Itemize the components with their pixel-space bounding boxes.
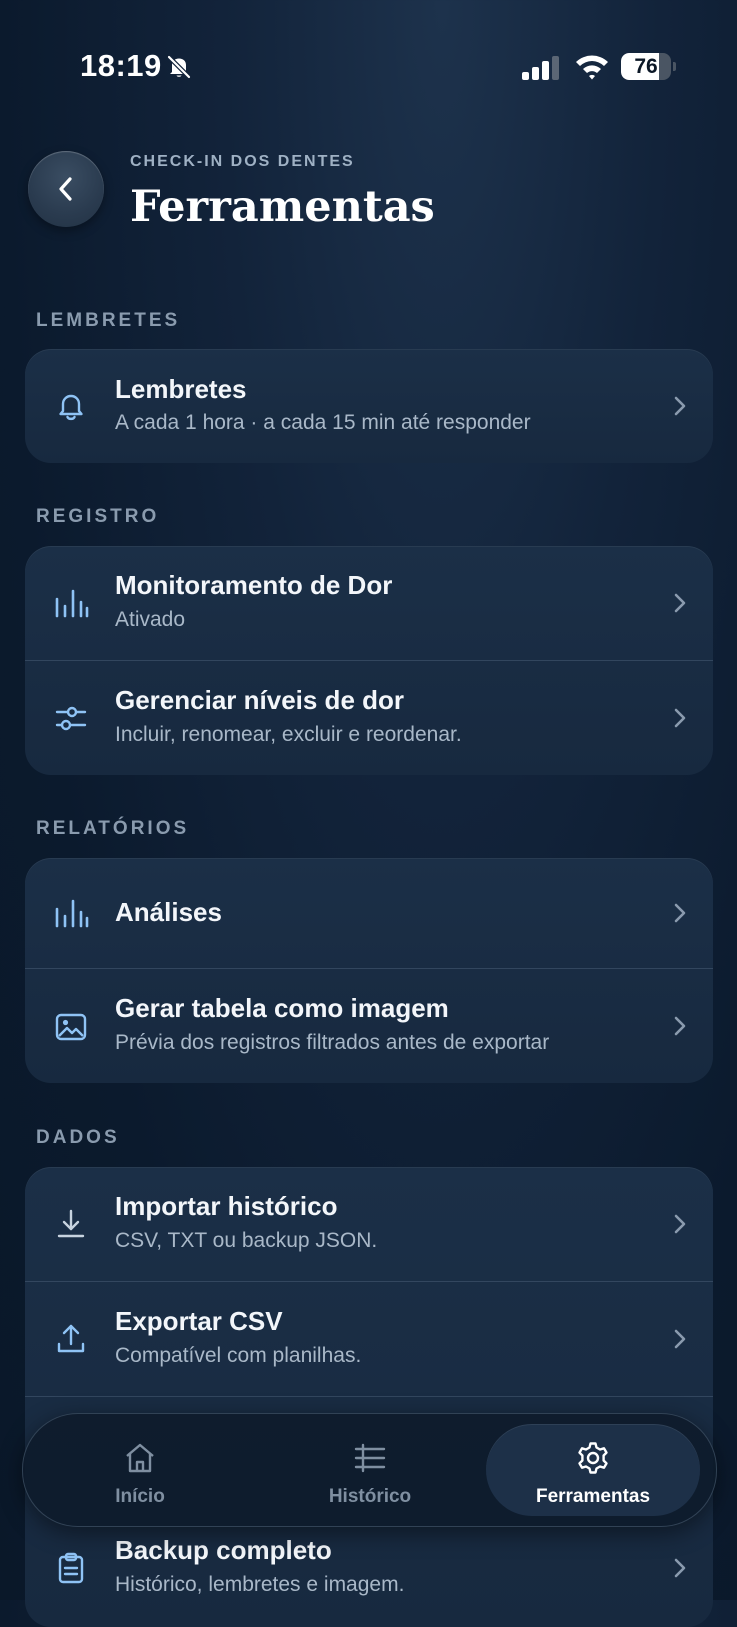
chevron-right-icon [674, 593, 686, 613]
row-title: Monitoramento de Dor [115, 570, 393, 600]
row-subtitle: Histórico, lembretes e imagem. [115, 1573, 405, 1596]
row-title: Backup completo [115, 1535, 332, 1565]
bar-chart-icon [55, 589, 89, 618]
tab-label: Histórico [328, 1486, 412, 1507]
row-subtitle: Compatível com planilhas. [115, 1344, 362, 1367]
row-subtitle: A cada 1 hora · a cada 15 min até respon… [115, 411, 531, 434]
row-title: Gerar tabela como imagem [115, 993, 449, 1023]
row-subtitle: Incluir, renomear, excluir e reordenar. [115, 723, 462, 746]
tab-ferramentas[interactable]: Ferramentas [486, 1424, 700, 1516]
sliders-icon [55, 706, 87, 731]
back-button[interactable] [28, 151, 104, 227]
page-title: Ferramentas [130, 182, 435, 232]
status-time: 18:19 [80, 48, 162, 83]
row-analises[interactable]: Análises [25, 858, 713, 968]
row-subtitle: CSV, TXT ou backup JSON. [115, 1229, 378, 1252]
row-title: Gerenciar níveis de dor [115, 685, 405, 715]
row-importar-historico[interactable]: Importar histórico CSV, TXT ou backup JS… [25, 1167, 713, 1281]
battery-icon: 76 [621, 53, 676, 80]
section-label-dados: DADOS [36, 1127, 120, 1148]
card-relatorios: Análises Gerar tabela como imagem Prévia… [25, 858, 713, 1083]
section-label-relatorios: RELATÓRIOS [36, 818, 190, 839]
row-monitoramento-de-dor[interactable]: Monitoramento de Dor Ativado [25, 546, 713, 660]
row-title: Lembretes [115, 374, 247, 404]
row-lembretes[interactable]: Lembretes A cada 1 hora · a cada 15 min … [25, 349, 713, 463]
chevron-right-icon [674, 1558, 686, 1578]
list-icon [354, 1443, 386, 1473]
tab-inicio[interactable]: Início [33, 1424, 247, 1516]
wifi-icon [576, 55, 608, 80]
row-gerar-tabela-como-imagem[interactable]: Gerar tabela como imagem Prévia dos regi… [25, 968, 713, 1083]
chevron-right-icon [674, 1214, 686, 1234]
cellular-signal-icon [522, 56, 559, 80]
battery-percent: 76 [634, 55, 658, 78]
row-exportar-csv[interactable]: Exportar CSV Compatível com planilhas. [25, 1281, 713, 1396]
card-lembretes: Lembretes A cada 1 hora · a cada 15 min … [25, 349, 713, 463]
app-name-eyebrow: CHECK-IN DOS DENTES [130, 153, 355, 170]
clipboard-icon [58, 1552, 84, 1584]
chevron-right-icon [674, 708, 686, 728]
row-title: Importar histórico [115, 1191, 338, 1221]
chevron-right-icon [674, 1329, 686, 1349]
image-icon [55, 1013, 87, 1041]
row-subtitle: Prévia dos registros filtrados antes de … [115, 1031, 550, 1054]
status-bar: 18:19 76 [0, 0, 737, 130]
tab-bar: Início Histórico Ferramentas [22, 1413, 717, 1527]
row-title: Exportar CSV [115, 1306, 283, 1336]
chevron-right-icon [674, 903, 686, 923]
row-gerenciar-niveis-de-dor[interactable]: Gerenciar níveis de dor Incluir, renomea… [25, 660, 713, 775]
tab-label: Ferramentas [535, 1486, 651, 1507]
row-title: Análises [115, 897, 222, 927]
bell-icon [59, 394, 83, 421]
row-subtitle: Ativado [115, 608, 186, 631]
card-dados: Importar histórico CSV, TXT ou backup JS… [25, 1167, 713, 1627]
download-icon [57, 1209, 85, 1238]
gear-icon [578, 1442, 608, 1474]
chevron-left-icon [59, 177, 72, 201]
upload-icon [57, 1324, 85, 1353]
section-label-lembretes: LEMBRETES [36, 310, 181, 331]
chevron-right-icon [674, 396, 686, 416]
card-registro: Monitoramento de Dor Ativado Gerenciar n… [25, 546, 713, 775]
chevron-right-icon [674, 1016, 686, 1036]
section-label-registro: REGISTRO [36, 506, 160, 527]
tab-label: Início [115, 1486, 165, 1507]
bell-off-icon [167, 55, 191, 79]
tab-historico[interactable]: Histórico [263, 1424, 477, 1516]
home-icon [126, 1443, 154, 1473]
bar-chart-icon [55, 899, 89, 928]
